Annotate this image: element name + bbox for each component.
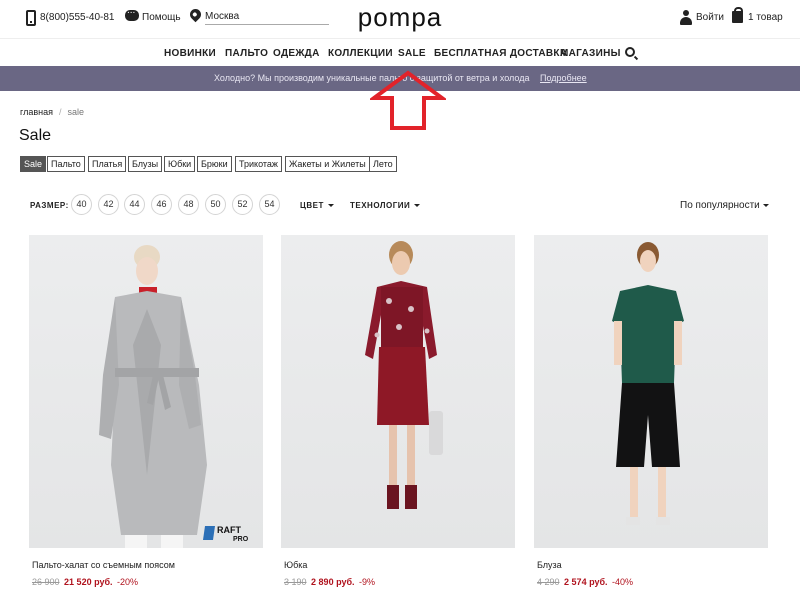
size-option[interactable]: 50	[205, 194, 226, 215]
page-title: Sale	[19, 127, 52, 144]
nav-item-collections[interactable]: КОЛЛЕКЦИИ	[328, 48, 393, 59]
chip-coats[interactable]: Пальто	[47, 156, 85, 172]
product-price: 3 190 2 890 руб. -9%	[284, 577, 375, 587]
model-skirt-illustration	[365, 241, 443, 509]
size-option[interactable]: 44	[124, 194, 145, 215]
product-name[interactable]: Пальто-халат со съемным поясом	[32, 560, 175, 570]
sort-dropdown[interactable]: По популярности	[680, 200, 769, 211]
user-icon[interactable]	[680, 10, 692, 25]
discount-badge: -20%	[117, 577, 139, 587]
svg-text:RAFT: RAFT	[217, 525, 241, 535]
chip-sale[interactable]: Sale	[20, 156, 47, 172]
discount-badge: -40%	[612, 577, 634, 587]
color-filter-dropdown[interactable]: ЦВЕТ	[300, 201, 334, 210]
sale-price: 21 520 руб.	[64, 577, 113, 587]
annotation-arrow-icon	[370, 70, 446, 130]
main-nav: НОВИНКИ ПАЛЬТО ОДЕЖДА КОЛЛЕКЦИИ SALE БЕС…	[0, 38, 800, 66]
phone-icon	[26, 10, 36, 26]
nav-item-sale[interactable]: SALE	[398, 48, 426, 59]
chip-dresses[interactable]: Платья	[88, 156, 127, 172]
city-selector[interactable]: Москва	[205, 10, 329, 25]
product-price: 4 290 2 574 руб. -40%	[537, 577, 633, 587]
nav-item-new[interactable]: НОВИНКИ	[164, 48, 216, 59]
promo-more-link[interactable]: Подробнее	[540, 73, 587, 83]
raft-pro-badge-icon: RAFT PRO	[203, 525, 249, 543]
size-option[interactable]: 54	[259, 194, 280, 215]
product-price: 26 900 21 520 руб. -20%	[32, 577, 138, 587]
size-option[interactable]: 40	[71, 194, 92, 215]
breadcrumb-current: sale	[67, 107, 85, 117]
chat-icon[interactable]	[125, 5, 139, 21]
pompa-logo-icon: pompa	[358, 2, 443, 32]
chip-summer[interactable]: Лето	[369, 156, 397, 172]
sale-price: 2 890 руб.	[311, 577, 355, 587]
product-name[interactable]: Блуза	[537, 560, 562, 570]
old-price: 4 290	[537, 577, 560, 587]
cart-bag-icon[interactable]	[732, 7, 743, 23]
product-image[interactable]	[534, 235, 768, 548]
discount-badge: -9%	[359, 577, 376, 587]
product-card[interactable]: RAFT PRO Пальто-халат со съемным поясом …	[29, 235, 263, 587]
chip-trousers[interactable]: Брюки	[197, 156, 232, 172]
product-image[interactable]	[281, 235, 515, 548]
sale-price: 2 574 руб.	[564, 577, 608, 587]
old-price: 3 190	[284, 577, 307, 587]
nav-item-free-delivery[interactable]: БЕСПЛАТНАЯ ДОСТАВКА	[434, 48, 567, 59]
size-label: РАЗМЕР:	[30, 201, 69, 210]
old-price: 26 900	[32, 577, 60, 587]
product-card[interactable]: Юбка 3 190 2 890 руб. -9%	[281, 235, 515, 587]
breadcrumb-separator: /	[58, 107, 62, 117]
model-coat-illustration	[99, 245, 207, 548]
filters-bar: РАЗМЕР: 40 42 44 46 48 50 52 54 ЦВЕТ ТЕХ…	[0, 192, 800, 218]
nav-item-coats[interactable]: ПАЛЬТО	[225, 48, 268, 59]
top-bar: 8(800)555-40-81 Помощь Москва pompa Войт…	[0, 0, 800, 38]
search-icon[interactable]	[625, 47, 635, 57]
chip-skirts[interactable]: Юбки	[164, 156, 196, 172]
model-blouse-illustration	[612, 242, 684, 525]
product-name[interactable]: Юбка	[284, 560, 307, 570]
size-option[interactable]: 52	[232, 194, 253, 215]
breadcrumb-home[interactable]: главная	[20, 107, 53, 117]
login-link[interactable]: Войти	[696, 12, 724, 23]
size-option[interactable]: 46	[151, 194, 172, 215]
breadcrumb: главная / sale	[20, 107, 84, 117]
logo-text: pompa	[358, 4, 443, 32]
nav-item-stores[interactable]: МАГАЗИНЫ	[560, 48, 621, 59]
size-option[interactable]: 42	[98, 194, 119, 215]
product-image[interactable]: RAFT PRO	[29, 235, 263, 548]
nav-item-clothing[interactable]: ОДЕЖДА	[273, 48, 320, 59]
svg-text:PRO: PRO	[233, 536, 249, 543]
chip-knitwear[interactable]: Трикотаж	[235, 156, 282, 172]
phone-number[interactable]: 8(800)555-40-81	[40, 12, 115, 23]
location-pin-icon	[187, 6, 204, 23]
tech-filter-dropdown[interactable]: ТЕХНОЛОГИИ	[350, 201, 420, 210]
size-option[interactable]: 48	[178, 194, 199, 215]
cart-link[interactable]: 1 товар	[748, 12, 783, 23]
logo[interactable]: pompa	[340, 2, 460, 39]
chip-blouses[interactable]: Блузы	[128, 156, 163, 172]
chip-jackets[interactable]: Жакеты и Жилеты	[285, 156, 370, 172]
product-card[interactable]: Блуза 4 290 2 574 руб. -40%	[534, 235, 768, 587]
help-link[interactable]: Помощь	[142, 12, 181, 23]
